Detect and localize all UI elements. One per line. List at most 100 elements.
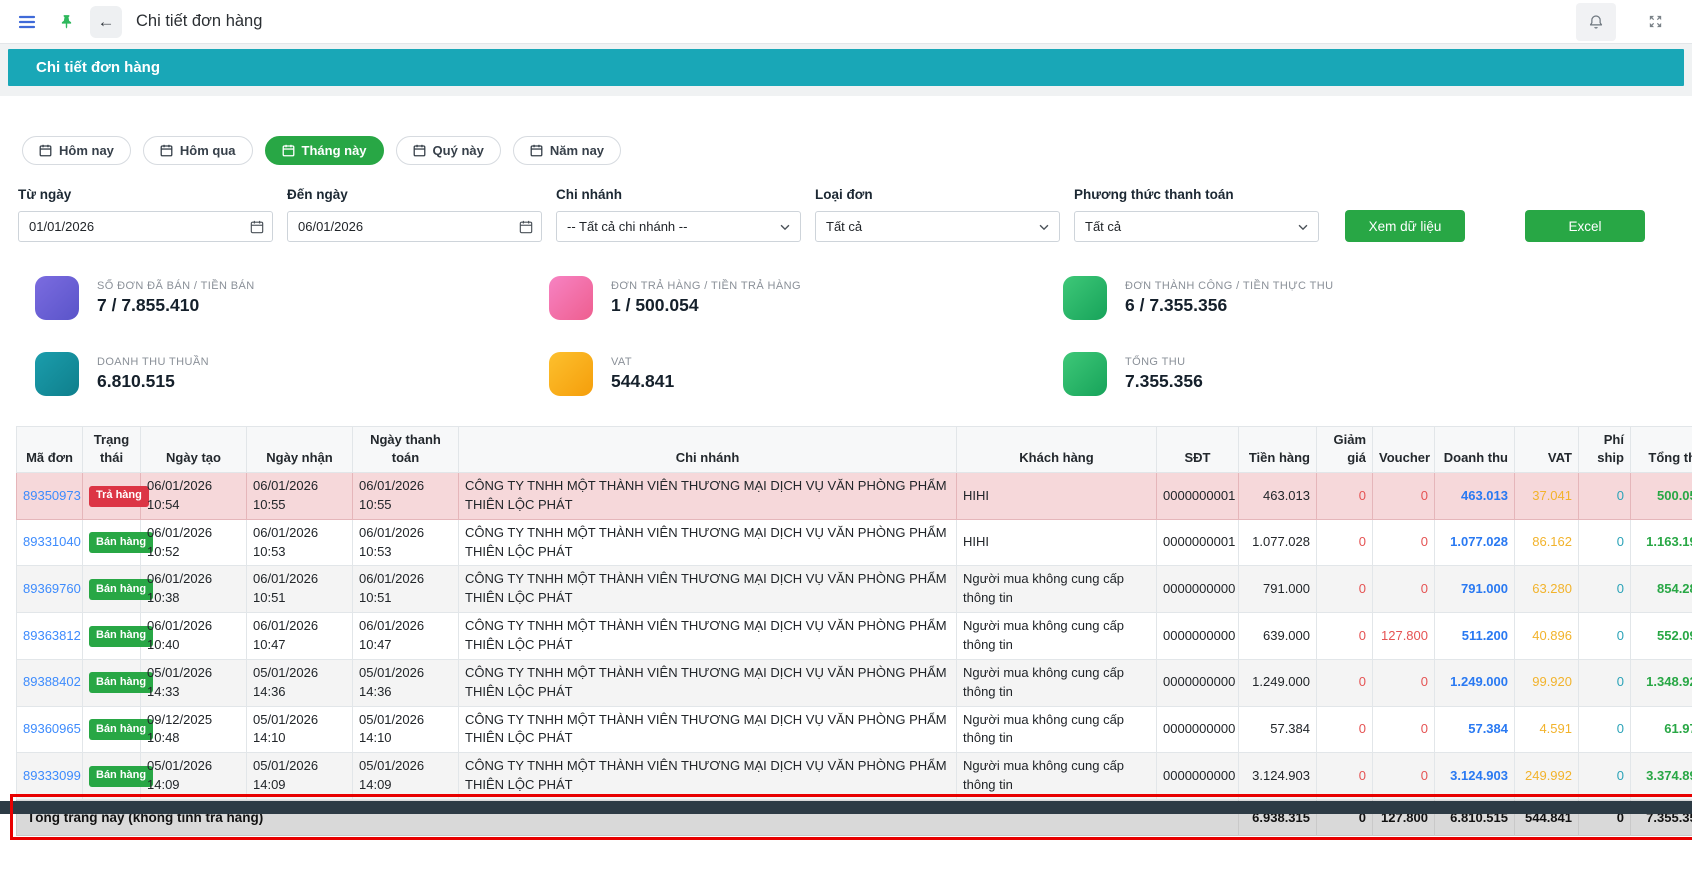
from-date-label: Từ ngày <box>18 187 273 202</box>
summary-card-2: ĐƠN THÀNH CÔNG / TIỀN THỰC THU6 / 7.355.… <box>1063 276 1577 320</box>
notification-bell-button[interactable] <box>1576 3 1616 41</box>
voucher-cell: 0 <box>1373 706 1435 753</box>
received-date: 05/01/202614:10 <box>247 706 353 753</box>
window-title: Chi tiết đơn hàng <box>136 12 262 31</box>
calendar-icon <box>282 144 295 157</box>
order-row: 89333099Bán hàng05/01/202614:0905/01/202… <box>17 753 1692 800</box>
created-date: 06/01/202610:52 <box>141 519 247 566</box>
order-row: 89360965Bán hàng09/12/202510:4805/01/202… <box>17 706 1692 753</box>
card-label: ĐƠN THÀNH CÔNG / TIỀN THỰC THU <box>1125 280 1333 292</box>
card-label: TỔNG THU <box>1125 356 1203 368</box>
calendar-icon <box>250 220 264 234</box>
order-row: 89369760Bán hàng06/01/202610:3806/01/202… <box>17 566 1692 613</box>
order-id-link[interactable]: 89331040 <box>17 519 83 566</box>
discount-cell: 0 <box>1317 566 1373 613</box>
column-header: Mã đơn <box>17 427 83 473</box>
payment-method-select[interactable]: Tất cả <box>1074 211 1319 242</box>
to-date-label: Đến ngày <box>287 187 542 202</box>
order-id-link[interactable]: 89388402 <box>17 659 83 706</box>
branch-cell: CÔNG TY TNHH MỘT THÀNH VIÊN THƯƠNG MẠI D… <box>459 613 957 660</box>
created-date: 06/01/202610:38 <box>141 566 247 613</box>
order-row: 89363812 Bán hàng06/01/202610:4006/01/202… <box>17 613 1692 660</box>
status-badge: Bán hàng <box>89 672 153 693</box>
status-badge: Bán hàng <box>89 579 153 600</box>
fullscreen-toggle-icon[interactable] <box>1640 7 1670 37</box>
quick-filter-3[interactable]: Quý này <box>396 136 501 165</box>
orders-table: Mã đơnTrạng tháiNgày tạoNgày nhậnNgày th… <box>16 426 1692 836</box>
from-date-input[interactable] <box>18 211 273 242</box>
order-id-link[interactable]: 89333099 <box>17 753 83 800</box>
order-id-link[interactable]: 89350973 <box>17 473 83 520</box>
summary-card-4: VAT544.841 <box>549 352 1063 396</box>
discount-cell: 0 <box>1317 706 1373 753</box>
pushpin-icon[interactable] <box>52 7 80 37</box>
voucher-cell: 0 <box>1373 519 1435 566</box>
summary-card-5: TỔNG THU7.355.356 <box>1063 352 1577 396</box>
filter-bar: Từ ngày Đến ngày Chi nhánh -- Tất cả chi… <box>0 165 1692 242</box>
status-badge: Bán hàng <box>89 719 153 740</box>
column-header: Chi nhánh <box>459 427 957 473</box>
status-cell: Bán hàng <box>83 566 141 613</box>
order-type-label: Loại đơn <box>815 187 1060 202</box>
ship-fee-cell: 0 <box>1579 659 1631 706</box>
phone-cell: 0000000000 <box>1157 566 1239 613</box>
phone-cell: 0000000001 <box>1157 519 1239 566</box>
amount-cell: 639.000 <box>1239 613 1317 660</box>
branch-cell: CÔNG TY TNHH MỘT THÀNH VIÊN THƯƠNG MẠI D… <box>459 566 957 613</box>
phone-cell: 0000000000 <box>1157 753 1239 800</box>
column-header: SĐT <box>1157 427 1239 473</box>
total-cell: 3.374.895 <box>1631 753 1692 800</box>
card-color-icon <box>549 276 593 320</box>
quick-filter-0[interactable]: Hôm nay <box>22 136 131 165</box>
customer-cell: HIHI <box>957 519 1157 566</box>
column-header: Ngày nhận <box>247 427 353 473</box>
order-id-link[interactable]: 89363812 <box>17 613 83 660</box>
calendar-icon <box>160 144 173 157</box>
customer-cell: HIHI <box>957 473 1157 520</box>
card-value: 6.810.515 <box>97 371 209 392</box>
branch-select[interactable]: -- Tất cả chi nhánh -- <box>556 211 801 242</box>
branch-cell: CÔNG TY TNHH MỘT THÀNH VIÊN THƯƠNG MẠI D… <box>459 706 957 753</box>
page-banner: Chi tiết đơn hàng <box>8 49 1684 86</box>
ship-fee-cell: 0 <box>1579 613 1631 660</box>
quick-filter-1[interactable]: Hôm qua <box>143 136 253 165</box>
view-data-button[interactable]: Xem dữ liệu <box>1345 210 1465 242</box>
voucher-cell: 0 <box>1373 753 1435 800</box>
customer-cell: Người mua không cung cấp thông tin <box>957 613 1157 660</box>
phone-cell: 0000000000 <box>1157 706 1239 753</box>
column-header: Ngày thanh toán <box>353 427 459 473</box>
discount-cell: 0 <box>1317 753 1373 800</box>
to-date-field-group: Đến ngày <box>287 187 542 242</box>
to-date-input[interactable] <box>287 211 542 242</box>
page-title: Chi tiết đơn hàng <box>36 59 160 76</box>
hamburger-menu-icon[interactable] <box>12 7 42 37</box>
status-cell: Bán hàng <box>83 519 141 566</box>
vat-cell: 249.992 <box>1515 753 1579 800</box>
revenue-cell: 511.200 <box>1435 613 1515 660</box>
order-id-link[interactable]: 89369760 <box>17 566 83 613</box>
excel-export-button[interactable]: Excel <box>1525 210 1645 242</box>
back-button[interactable]: ← <box>90 6 122 38</box>
quick-filter-4[interactable]: Năm nay <box>513 136 621 165</box>
revenue-cell: 463.013 <box>1435 473 1515 520</box>
card-label: SỐ ĐƠN ĐÃ BÁN / TIỀN BÁN <box>97 280 255 292</box>
status-badge: Bán hàng <box>89 626 153 647</box>
order-type-select[interactable]: Tất cả <box>815 211 1060 242</box>
column-header: Khách hàng <box>957 427 1157 473</box>
customer-cell: Người mua không cung cấp thông tin <box>957 753 1157 800</box>
created-date: 05/01/202614:33 <box>141 659 247 706</box>
ship-fee-cell: 0 <box>1579 753 1631 800</box>
total-cell: 61.975 <box>1631 706 1692 753</box>
order-id-link[interactable]: 89360965 <box>17 706 83 753</box>
order-row: 89388402Bán hàng05/01/202614:3305/01/202… <box>17 659 1692 706</box>
received-date: 06/01/202610:47 <box>247 613 353 660</box>
quick-filter-2[interactable]: Tháng này <box>265 136 384 165</box>
ship-fee-cell: 0 <box>1579 519 1631 566</box>
card-color-icon <box>35 352 79 396</box>
card-value: 7 / 7.855.410 <box>97 295 255 316</box>
payment-method-label: Phương thức thanh toán <box>1074 187 1319 202</box>
payment-date: 05/01/202614:10 <box>353 706 459 753</box>
payment-date: 06/01/202610:51 <box>353 566 459 613</box>
page-background: Chi tiết đơn hàng <box>0 44 1692 96</box>
created-date: 06/01/202610:40 <box>141 613 247 660</box>
